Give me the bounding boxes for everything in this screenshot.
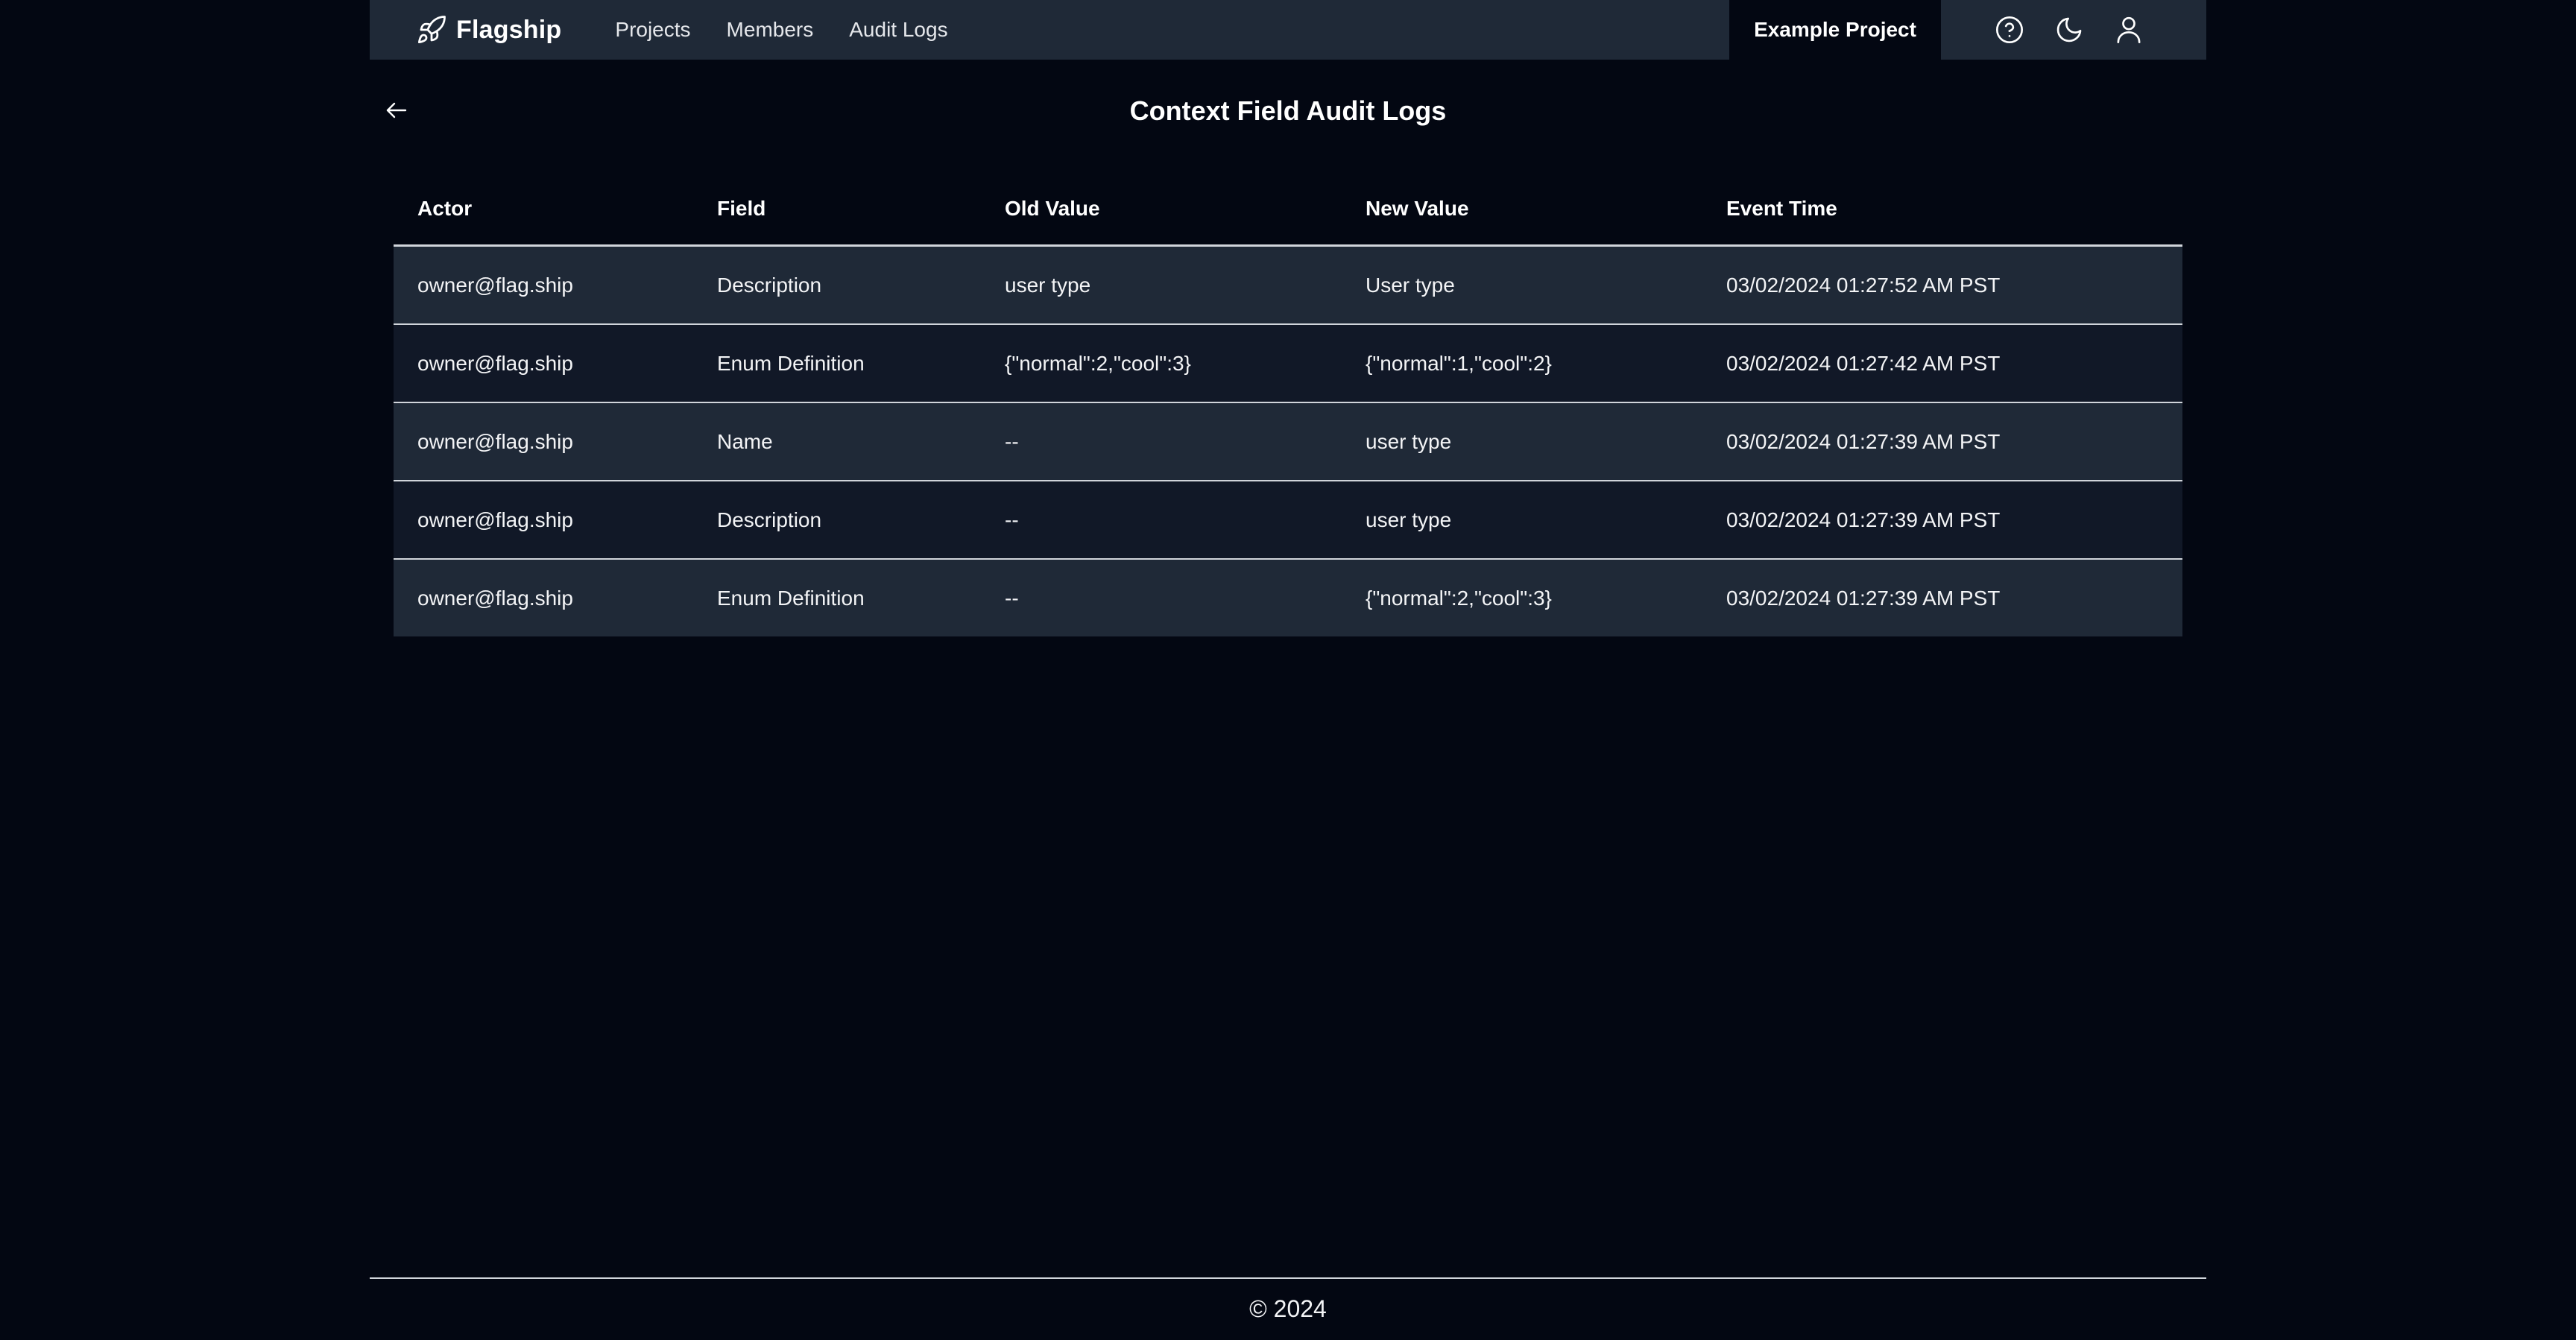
cell-new-value: {"normal":1,"cool":2}	[1342, 324, 1702, 403]
cell-actor: owner@flag.ship	[394, 481, 693, 560]
cell-field: Enum Definition	[693, 559, 981, 636]
nav-link-audit-logs[interactable]: Audit Logs	[849, 18, 947, 42]
cell-field: Description	[693, 245, 981, 325]
column-header-new-value: New Value	[1342, 173, 1702, 247]
cell-old-value: user type	[981, 245, 1342, 325]
footer-copyright: © 2024	[1249, 1295, 1327, 1322]
user-icon	[2117, 16, 2141, 44]
column-header-old-value: Old Value	[981, 173, 1342, 247]
cell-field: Description	[693, 481, 981, 560]
column-header-field: Field	[693, 173, 981, 247]
cell-event-time: 03/02/2024 01:27:52 AM PST	[1702, 245, 2182, 325]
table-row: owner@flag.ship Enum Definition -- {"nor…	[394, 559, 2182, 636]
cell-new-value: {"normal":2,"cool":3}	[1342, 559, 1702, 636]
nav-link-members[interactable]: Members	[727, 18, 814, 42]
theme-toggle-button[interactable]	[2053, 13, 2086, 46]
column-header-actor: Actor	[394, 173, 693, 247]
cell-actor: owner@flag.ship	[394, 324, 693, 403]
brand-link[interactable]: Flagship	[416, 0, 561, 60]
audit-log-table: Actor Field Old Value New Value Event Ti…	[394, 173, 2182, 636]
cell-new-value: user type	[1342, 402, 1702, 481]
help-button[interactable]	[1993, 13, 2026, 46]
page-title: Context Field Audit Logs	[1129, 95, 1447, 126]
table-row: owner@flag.ship Enum Definition {"normal…	[394, 324, 2182, 403]
user-menu-button[interactable]	[2112, 13, 2145, 46]
top-navbar: Flagship Projects Members Audit Logs Exa…	[370, 0, 2206, 60]
rocket-icon	[417, 16, 446, 44]
table-header-row: Actor Field Old Value New Value Event Ti…	[394, 173, 2182, 247]
table-row: owner@flag.ship Description user type Us…	[394, 245, 2182, 325]
cell-new-value: User type	[1342, 245, 1702, 325]
project-switcher[interactable]: Example Project	[1729, 0, 1941, 60]
table-row: owner@flag.ship Name -- user type 03/02/…	[394, 402, 2182, 481]
cell-old-value: {"normal":2,"cool":3}	[981, 324, 1342, 403]
help-circle-icon	[1996, 16, 2023, 43]
cell-new-value: user type	[1342, 481, 1702, 560]
audit-log-table-container: Actor Field Old Value New Value Event Ti…	[394, 173, 2182, 636]
cell-event-time: 03/02/2024 01:27:39 AM PST	[1702, 559, 2182, 636]
page: Flagship Projects Members Audit Logs Exa…	[0, 0, 2576, 1340]
cell-field: Enum Definition	[693, 324, 981, 403]
cell-old-value: --	[981, 481, 1342, 560]
column-header-event-time: Event Time	[1702, 173, 2182, 247]
cell-event-time: 03/02/2024 01:27:39 AM PST	[1702, 402, 2182, 481]
nav-link-projects[interactable]: Projects	[615, 18, 690, 42]
brand-name: Flagship	[456, 15, 562, 44]
cell-actor: owner@flag.ship	[394, 402, 693, 481]
cell-event-time: 03/02/2024 01:27:39 AM PST	[1702, 481, 2182, 560]
cell-actor: owner@flag.ship	[394, 559, 693, 636]
footer-divider	[370, 1277, 2206, 1279]
cell-old-value: --	[981, 402, 1342, 481]
table-row: owner@flag.ship Description -- user type…	[394, 481, 2182, 560]
cell-actor: owner@flag.ship	[394, 245, 693, 325]
moon-icon	[2056, 17, 2082, 42]
cell-event-time: 03/02/2024 01:27:42 AM PST	[1702, 324, 2182, 403]
cell-field: Name	[693, 402, 981, 481]
nav-icon-group	[1993, 0, 2172, 60]
cell-old-value: --	[981, 559, 1342, 636]
nav-links: Projects Members Audit Logs	[615, 0, 983, 60]
